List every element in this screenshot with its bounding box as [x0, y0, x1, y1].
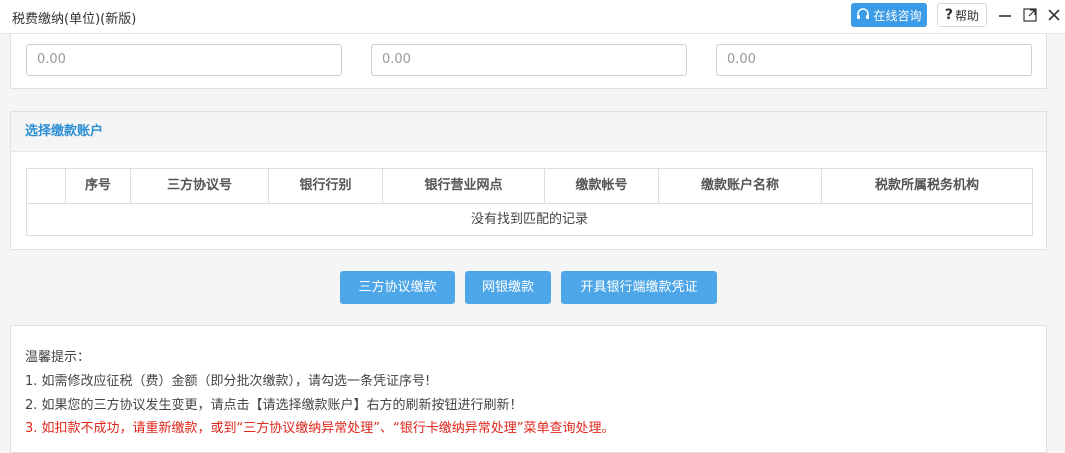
account-table: 序号 三方协议号 银行行别 银行营业网点 缴款帐号 缴款账户名称 税款所属税务机…: [26, 168, 1033, 236]
amount-input-1[interactable]: 0.00: [26, 44, 342, 76]
online-consult-button[interactable]: 在线咨询: [851, 3, 927, 27]
tip-line-1: 1. 如需修改应征税（费）金额（即分批次缴款），请勾选一条凭证序号!: [25, 374, 431, 389]
tip-line-3-warning: 3. 如扣款不成功，请重新缴款，或到“三方协议缴纳异常处理”、“银行卡缴纳异常处…: [25, 421, 615, 436]
column-account-name[interactable]: 缴款账户名称: [658, 169, 821, 203]
minimize-button[interactable]: [996, 5, 1014, 25]
column-bank-type[interactable]: 银行行别: [268, 169, 382, 203]
amount-input-2[interactable]: 0.00: [371, 44, 687, 76]
online-consult-label: 在线咨询: [873, 8, 922, 23]
maximize-button[interactable]: [1021, 5, 1039, 25]
column-account-no[interactable]: 缴款帐号: [544, 169, 658, 203]
minimize-icon: [999, 15, 1011, 17]
amount-input-3[interactable]: 0.00: [716, 44, 1032, 76]
window-title: 税费缴纳(单位)(新版): [12, 12, 137, 27]
column-seq[interactable]: 序号: [65, 169, 130, 203]
help-button[interactable]: ? 帮助: [937, 3, 987, 27]
column-select[interactable]: [27, 169, 65, 203]
question-mark-icon: ?: [944, 7, 954, 23]
close-button[interactable]: [1045, 5, 1063, 25]
headset-icon: [857, 8, 870, 19]
column-tax-authority[interactable]: 税款所属税务机构: [821, 169, 1032, 203]
tips-panel: 温馨提示： 1. 如需修改应征税（费）金额（即分批次缴款），请勾选一条凭证序号!…: [10, 325, 1047, 453]
online-bank-pay-button[interactable]: 网银缴款: [465, 271, 551, 304]
account-panel-title: 选择缴款账户: [11, 112, 1046, 152]
account-panel: 选择缴款账户 序号 三方协议号 银行行别 银行营业网点 缴款帐号 缴款账户名称 …: [10, 111, 1047, 250]
help-label: 帮助: [955, 8, 980, 23]
column-bank-branch[interactable]: 银行营业网点: [382, 169, 544, 203]
tip-line-2: 2. 如果您的三方协议发生变更，请点击【请选择缴款账户】右方的刷新按钮进行刷新！: [25, 398, 523, 413]
table-empty-message: 没有找到匹配的记录: [470, 212, 588, 227]
main-content: 0.00 0.00 0.00 选择缴款账户 序号 三方协议号 银行行别 银行营业…: [0, 34, 1065, 453]
tips-heading: 温馨提示：: [25, 350, 91, 365]
column-agreement-no[interactable]: 三方协议号: [130, 169, 268, 203]
maximize-icon: [1023, 8, 1037, 22]
amount-panel: 0.00 0.00 0.00: [10, 34, 1047, 89]
account-table-header: 序号 三方协议号 银行行别 银行营业网点 缴款帐号 缴款账户名称 税款所属税务机…: [27, 169, 1032, 204]
bank-voucher-button[interactable]: 开具银行端缴款凭证: [561, 271, 717, 304]
window-titlebar: 税费缴纳(单位)(新版) 在线咨询 ? 帮助: [0, 0, 1065, 34]
tripartite-pay-button[interactable]: 三方协议缴款: [340, 271, 455, 304]
close-icon: [1048, 9, 1060, 21]
